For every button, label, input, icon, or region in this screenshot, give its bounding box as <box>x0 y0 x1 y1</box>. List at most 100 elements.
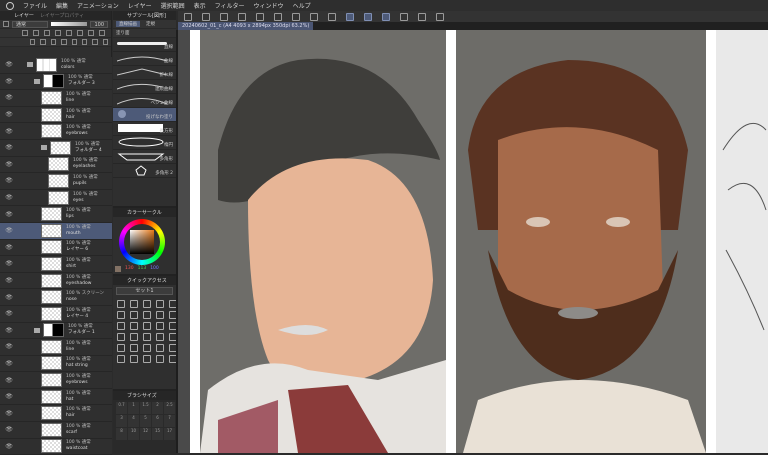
quick-access-tool-icon[interactable] <box>143 311 151 319</box>
transform-icon[interactable] <box>256 12 264 21</box>
quick-access-tool-icon[interactable] <box>117 300 125 308</box>
quick-access-tool-icon[interactable] <box>156 300 164 308</box>
canvas-area[interactable] <box>178 30 768 453</box>
brush-size-option[interactable]: 7 <box>164 415 175 427</box>
color-wheel[interactable] <box>119 219 165 265</box>
eye-icon[interactable]: 👁 <box>4 144 14 151</box>
quick-access-tool-icon[interactable] <box>130 344 138 352</box>
mask-add-icon[interactable] <box>81 39 88 45</box>
eye-icon[interactable]: 👁 <box>4 360 14 367</box>
draft-icon[interactable] <box>44 30 50 36</box>
quick-access-tool-icon[interactable] <box>143 344 151 352</box>
subtool-item[interactable]: 直線 <box>113 38 176 52</box>
document-tab[interactable]: 20240602_01_c (A4 4093 x 2894px 350dpi 6… <box>178 22 314 30</box>
rotate-icon[interactable] <box>292 12 300 21</box>
app-logo-icon[interactable] <box>6 1 14 10</box>
fill-icon[interactable] <box>238 12 246 21</box>
brush-size-option[interactable]: 12 <box>140 428 151 440</box>
quick-access-tool-icon[interactable] <box>130 355 138 363</box>
merge-icon[interactable] <box>61 39 67 45</box>
tab-line-drawing[interactable]: 直線描画 <box>116 21 140 27</box>
brush-size-option[interactable]: 5 <box>140 415 151 427</box>
lock-icon[interactable] <box>55 30 61 36</box>
layer-row[interactable]: 👁 100 % 通常 mouth <box>0 222 112 240</box>
flip-icon[interactable] <box>274 12 282 21</box>
subtool-item[interactable]: 連続曲線 <box>113 80 176 94</box>
eye-icon[interactable]: 👁 <box>4 343 14 350</box>
layer-row[interactable]: 👁 100 % 通常 hair <box>0 405 112 423</box>
layer-row[interactable]: 👁 100 % 通常 colors <box>0 57 112 74</box>
tab-ruler[interactable]: 定規 <box>146 21 155 27</box>
brush-size-option[interactable]: 4 <box>128 415 139 427</box>
brush-size-option[interactable]: 15 <box>152 428 163 440</box>
layer-row[interactable]: 👁 100 % スクリーン nose <box>0 289 112 306</box>
quick-access-tool-icon[interactable] <box>156 344 164 352</box>
swatch-current[interactable] <box>115 266 121 272</box>
eye-icon[interactable]: 👁 <box>4 128 14 135</box>
quick-access-tool-icon[interactable] <box>117 333 125 341</box>
quick-access-tool-icon[interactable] <box>156 333 164 341</box>
subtool-group[interactable]: 塗り面 <box>113 29 176 38</box>
quick-access-tool-icon[interactable] <box>143 322 151 330</box>
brush-size-option[interactable]: 0.7 <box>116 402 127 414</box>
snap-ruler-icon[interactable] <box>346 12 354 21</box>
quick-access-tool-icon[interactable] <box>143 333 151 341</box>
eye-icon[interactable]: 👁 <box>4 393 14 400</box>
delete-layer-icon[interactable] <box>102 39 108 45</box>
quick-access-tool-icon[interactable] <box>130 322 138 330</box>
eye-icon[interactable]: 👁 <box>4 310 14 317</box>
layer-row[interactable]: 👁 100 % 通常 eyebrows <box>0 123 112 140</box>
apply-mask-icon[interactable] <box>92 39 98 45</box>
layer-row[interactable]: 👁 100 % 通常 hat <box>0 388 112 406</box>
opacity-slider[interactable] <box>51 22 88 26</box>
layer-row[interactable]: 👁 100 % 通常 lips <box>0 206 112 223</box>
layer-row[interactable]: 👁 100 % 通常 フォルダー 3 <box>0 73 112 91</box>
layer-row[interactable]: 👁 100 % 通常 eyelashes <box>0 156 112 174</box>
layer-row[interactable]: 👁 100 % 通常 hair <box>0 106 112 124</box>
quick-access-tool-icon[interactable] <box>130 300 138 308</box>
layer-row[interactable]: 👁 100 % 通常 eyes <box>0 189 112 207</box>
eye-icon[interactable]: 👁 <box>4 211 14 218</box>
eye-icon[interactable]: 👁 <box>4 377 14 384</box>
selection-icon[interactable] <box>220 12 228 21</box>
menu-item-6[interactable]: フィルター <box>215 1 245 10</box>
duplicate-icon[interactable] <box>71 39 77 45</box>
redo-icon[interactable] <box>202 12 210 21</box>
menu-item-5[interactable]: 表示 <box>194 1 206 10</box>
menu-item-3[interactable]: レイヤー <box>128 1 152 10</box>
eye-icon[interactable]: 👁 <box>4 61 14 68</box>
menu-item-7[interactable]: ウィンドウ <box>254 1 284 10</box>
eye-icon[interactable]: 👁 <box>4 227 14 234</box>
reference-icon[interactable] <box>33 30 39 36</box>
layer-row[interactable]: 👁 100 % 通常 レイヤー 4 <box>0 305 112 323</box>
eye-icon[interactable]: 👁 <box>4 161 14 168</box>
layer-color-icon[interactable] <box>3 21 9 27</box>
eye-icon[interactable]: 👁 <box>4 78 14 85</box>
menu-item-1[interactable]: 編集 <box>56 1 68 10</box>
folder-icon[interactable] <box>34 78 40 84</box>
quick-access-tool-icon[interactable] <box>117 344 125 352</box>
layer-row[interactable]: 👁 100 % 通常 eyeshadow <box>0 272 112 290</box>
eye-icon[interactable]: 👁 <box>4 327 14 334</box>
opacity-value[interactable]: 100 <box>90 20 108 28</box>
saturation-value-square[interactable] <box>130 230 154 254</box>
layer-row[interactable]: 👁 100 % 通常 フォルダー 1 <box>0 322 112 340</box>
layer-row[interactable]: 👁 100 % 通常 hat string <box>0 355 112 373</box>
blue-value[interactable]: 100 <box>150 266 159 272</box>
quick-access-tool-icon[interactable] <box>143 300 151 308</box>
menu-item-2[interactable]: アニメーション <box>77 1 119 10</box>
quick-access-tool-icon[interactable] <box>130 311 138 319</box>
snap-2-icon[interactable] <box>328 12 336 21</box>
eye-icon[interactable]: 👁 <box>4 426 14 433</box>
menu-item-0[interactable]: ファイル <box>23 1 47 10</box>
undo-icon[interactable] <box>184 12 192 21</box>
brush-size-option[interactable]: 1 <box>128 402 139 414</box>
clip-icon[interactable] <box>22 30 28 36</box>
zoom-icon[interactable] <box>418 12 426 21</box>
subtool-item[interactable]: 投げなわ塗り <box>113 108 176 122</box>
brush-size-option[interactable]: 2.5 <box>164 402 175 414</box>
new-folder-icon[interactable] <box>50 39 57 45</box>
eye-icon[interactable]: 👁 <box>4 94 14 101</box>
quick-access-tool-icon[interactable] <box>143 355 151 363</box>
layer-color-toggle-icon[interactable] <box>99 30 105 36</box>
